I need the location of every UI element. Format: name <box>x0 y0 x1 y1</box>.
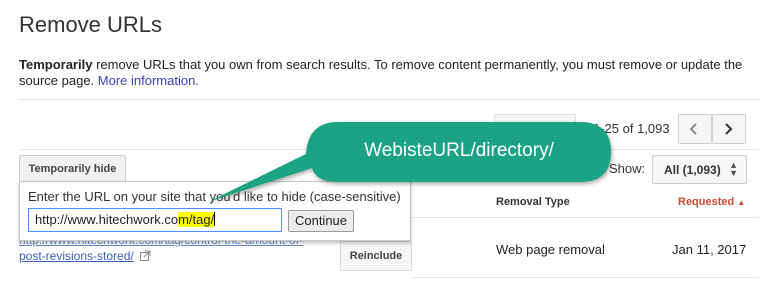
callout-text: WebisteURL/directory/ <box>364 140 554 161</box>
